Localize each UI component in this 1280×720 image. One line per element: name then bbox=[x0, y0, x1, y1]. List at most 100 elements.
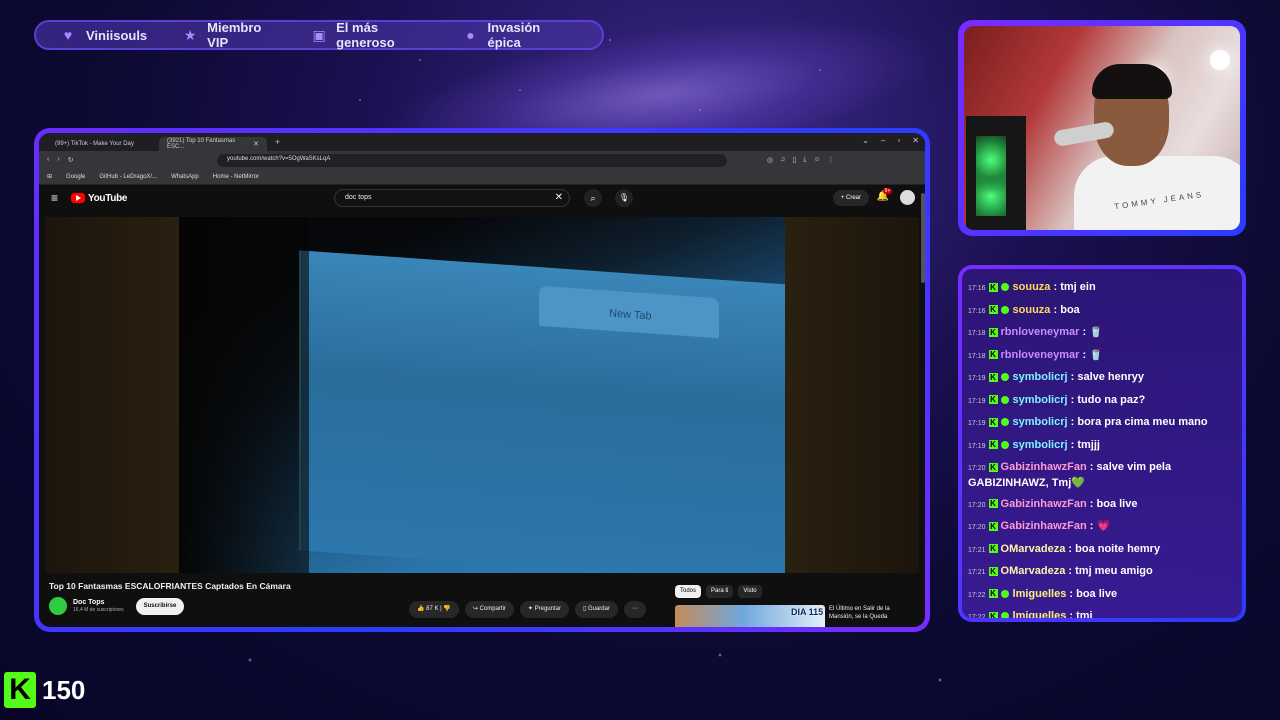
verified-badge-icon bbox=[1000, 440, 1009, 449]
notifications-bell-icon[interactable]: 🔔 9+ bbox=[877, 188, 893, 202]
clear-search-icon[interactable]: ✕ bbox=[555, 192, 563, 203]
save-button[interactable]: ▯ Guardar bbox=[574, 601, 618, 618]
chat-username[interactable]: GabizinhawzFan bbox=[1001, 461, 1087, 473]
kick-badge-icon: K bbox=[988, 499, 998, 509]
filter-visto[interactable]: Visto bbox=[738, 585, 762, 598]
chat-username[interactable]: souuza bbox=[1013, 281, 1051, 293]
video-title: Top 10 Fantasmas ESCALOFRIANTES Captados… bbox=[49, 581, 291, 591]
like-button[interactable]: 👍 87 K | 👎 bbox=[409, 601, 459, 618]
create-button[interactable]: + Crear bbox=[832, 190, 869, 206]
apps-icon[interactable]: ⊞ bbox=[47, 173, 52, 180]
more-actions-icon[interactable]: ⋯ bbox=[623, 601, 646, 618]
chat-username[interactable]: lmiguelles bbox=[1013, 610, 1067, 618]
close-icon[interactable]: ✕ bbox=[253, 140, 259, 148]
share-label: Compartir bbox=[479, 606, 506, 612]
chat-timestamp: 17:19 bbox=[968, 442, 986, 450]
bookmark-github[interactable]: GitHub - LeDragoX/... bbox=[99, 174, 157, 180]
media-icon[interactable]: ♫ bbox=[780, 156, 785, 164]
tab-tiktok[interactable]: (99+) TikTok - Make Your Day bbox=[47, 137, 157, 151]
verified-badge-icon bbox=[1000, 589, 1009, 598]
tab-label: (3921) Top 10 Fantasmas ESC... bbox=[167, 138, 236, 150]
badge-generous: ▣ El más generoso bbox=[312, 20, 427, 50]
chat-username[interactable]: lmiguelles bbox=[1013, 588, 1067, 600]
browser-window: (99+) TikTok - Make Your Day (3921) Top … bbox=[39, 133, 925, 627]
chat-username[interactable]: symbolicrj bbox=[1013, 416, 1068, 428]
recommended-video[interactable]: DIA 115 El Último en Salir de la Mansión… bbox=[675, 605, 909, 627]
chat-username[interactable]: GabizinhawzFan bbox=[1001, 520, 1087, 532]
badge-label: Viniisouls bbox=[86, 27, 148, 43]
chat-username[interactable]: rbnloveneymar bbox=[1001, 349, 1080, 361]
chat-username[interactable]: symbolicrj bbox=[1013, 394, 1068, 406]
chat-emote: 🥤 bbox=[1089, 348, 1103, 361]
menu-icon[interactable]: ⋮ bbox=[827, 156, 834, 164]
filter-para-ti[interactable]: Para ti bbox=[706, 585, 734, 598]
youtube-logo[interactable]: YouTube bbox=[71, 193, 128, 204]
sidebar-icon[interactable]: ▯ bbox=[792, 156, 796, 164]
restore-icon[interactable]: ▫ bbox=[897, 136, 900, 145]
profile-icon[interactable]: ☺ bbox=[813, 156, 820, 164]
subscribe-button[interactable]: Suscribirse bbox=[135, 597, 185, 615]
kick-badge-icon: K bbox=[988, 521, 998, 531]
chat-username[interactable]: GabizinhawzFan bbox=[1001, 498, 1087, 510]
channel-name[interactable]: Doc Tops bbox=[73, 599, 124, 606]
recommended-title[interactable]: El Último en Salir de la Mansión, se la … bbox=[829, 605, 909, 627]
recommended-thumbnail[interactable]: DIA 115 bbox=[675, 605, 825, 627]
chat-text: bora pra cima meu mano bbox=[1077, 416, 1208, 428]
ask-button[interactable]: ✦ Preguntar bbox=[519, 601, 569, 618]
youtube-play-icon bbox=[71, 193, 85, 203]
share-button[interactable]: ↪ Compartir bbox=[464, 601, 514, 618]
new-tab-button[interactable]: + bbox=[275, 137, 280, 151]
search-icon[interactable]: ⌕ bbox=[584, 189, 602, 207]
chat-username[interactable]: OMarvadeza bbox=[1001, 543, 1066, 555]
extensions: ◎ ♫ ▯ ⤓ ☺ ⋮ bbox=[767, 156, 834, 164]
video-player[interactable]: New Tab bbox=[45, 217, 919, 573]
chat-separator: : bbox=[1086, 461, 1097, 473]
chat-username[interactable]: symbolicrj bbox=[1013, 439, 1068, 451]
download-icon[interactable]: ⤓ bbox=[803, 156, 806, 164]
chat-timestamp: 17:19 bbox=[968, 397, 986, 405]
forward-icon[interactable]: › bbox=[57, 156, 59, 164]
chat-message: 17:20 K GabizinhawzFan : 💗 bbox=[968, 516, 1236, 539]
thumbs-down-icon[interactable]: | 👎 bbox=[440, 606, 451, 612]
url-field[interactable]: youtube.com/watch?v=5OgWaSKsLqA bbox=[217, 153, 727, 167]
bookmark-netmirror[interactable]: Home - NetMirror bbox=[213, 174, 259, 180]
address-bar: ‹ › ↻ youtube.com/watch?v=5OgWaSKsLqA ◎ … bbox=[39, 151, 925, 169]
kick-badge-icon: K bbox=[988, 611, 998, 618]
mic-icon[interactable]: 🎙 bbox=[615, 189, 633, 207]
chat-username[interactable]: OMarvadeza bbox=[1001, 565, 1066, 577]
chevron-down-icon[interactable]: ⌄ bbox=[862, 136, 869, 145]
chat-text: tmj bbox=[1076, 610, 1093, 618]
chat-text: boa live bbox=[1096, 497, 1138, 510]
streamer-shirt bbox=[1074, 156, 1240, 230]
kick-badge-icon: K bbox=[988, 589, 998, 599]
badge-label: El más generoso bbox=[336, 20, 395, 50]
chat-text: tudo na paz? bbox=[1077, 393, 1146, 406]
window-controls: ⌄ – ▫ ✕ bbox=[862, 136, 919, 145]
search-input[interactable]: doc tops ✕ bbox=[334, 189, 570, 207]
chat-timestamp: 17:19 bbox=[968, 420, 986, 427]
webcam-frame: TOMMY JEANS bbox=[958, 20, 1246, 236]
chat-username[interactable]: souuza bbox=[1013, 304, 1051, 316]
minimize-icon[interactable]: – bbox=[881, 136, 885, 145]
bookmark-google[interactable]: Google bbox=[66, 174, 85, 180]
thumbs-up-icon: 👍 bbox=[417, 606, 425, 612]
chat-timestamp: 17:19 bbox=[968, 375, 986, 382]
filter-todos[interactable]: Todos bbox=[675, 585, 702, 598]
extension-icon[interactable]: ◎ bbox=[767, 156, 773, 164]
channel-avatar[interactable] bbox=[49, 597, 67, 615]
video-frame[interactable]: New Tab bbox=[179, 217, 785, 573]
chat-timestamp: 17:20 bbox=[968, 465, 986, 472]
chat-username[interactable]: rbnloveneymar bbox=[1001, 326, 1080, 338]
account-avatar[interactable] bbox=[900, 190, 915, 205]
chat-username[interactable]: symbolicrj bbox=[1013, 371, 1068, 383]
chat-emote: 💗 bbox=[1096, 520, 1111, 532]
hamburger-menu-icon[interactable]: ≡ bbox=[51, 191, 71, 205]
tab-youtube[interactable]: (3921) Top 10 Fantasmas ESC... ✕ bbox=[159, 137, 267, 151]
back-icon[interactable]: ‹ bbox=[47, 156, 49, 164]
close-window-icon[interactable]: ✕ bbox=[912, 136, 919, 145]
verified-badge-icon bbox=[1000, 612, 1009, 618]
page-scrollbar[interactable] bbox=[921, 193, 925, 283]
chat-frame: 17:16 Ksouuza : tmj ein 17:16 Ksouuza : boa… bbox=[958, 265, 1246, 622]
bookmark-whatsapp[interactable]: WhatsApp bbox=[171, 174, 199, 180]
reload-icon[interactable]: ↻ bbox=[68, 156, 74, 164]
